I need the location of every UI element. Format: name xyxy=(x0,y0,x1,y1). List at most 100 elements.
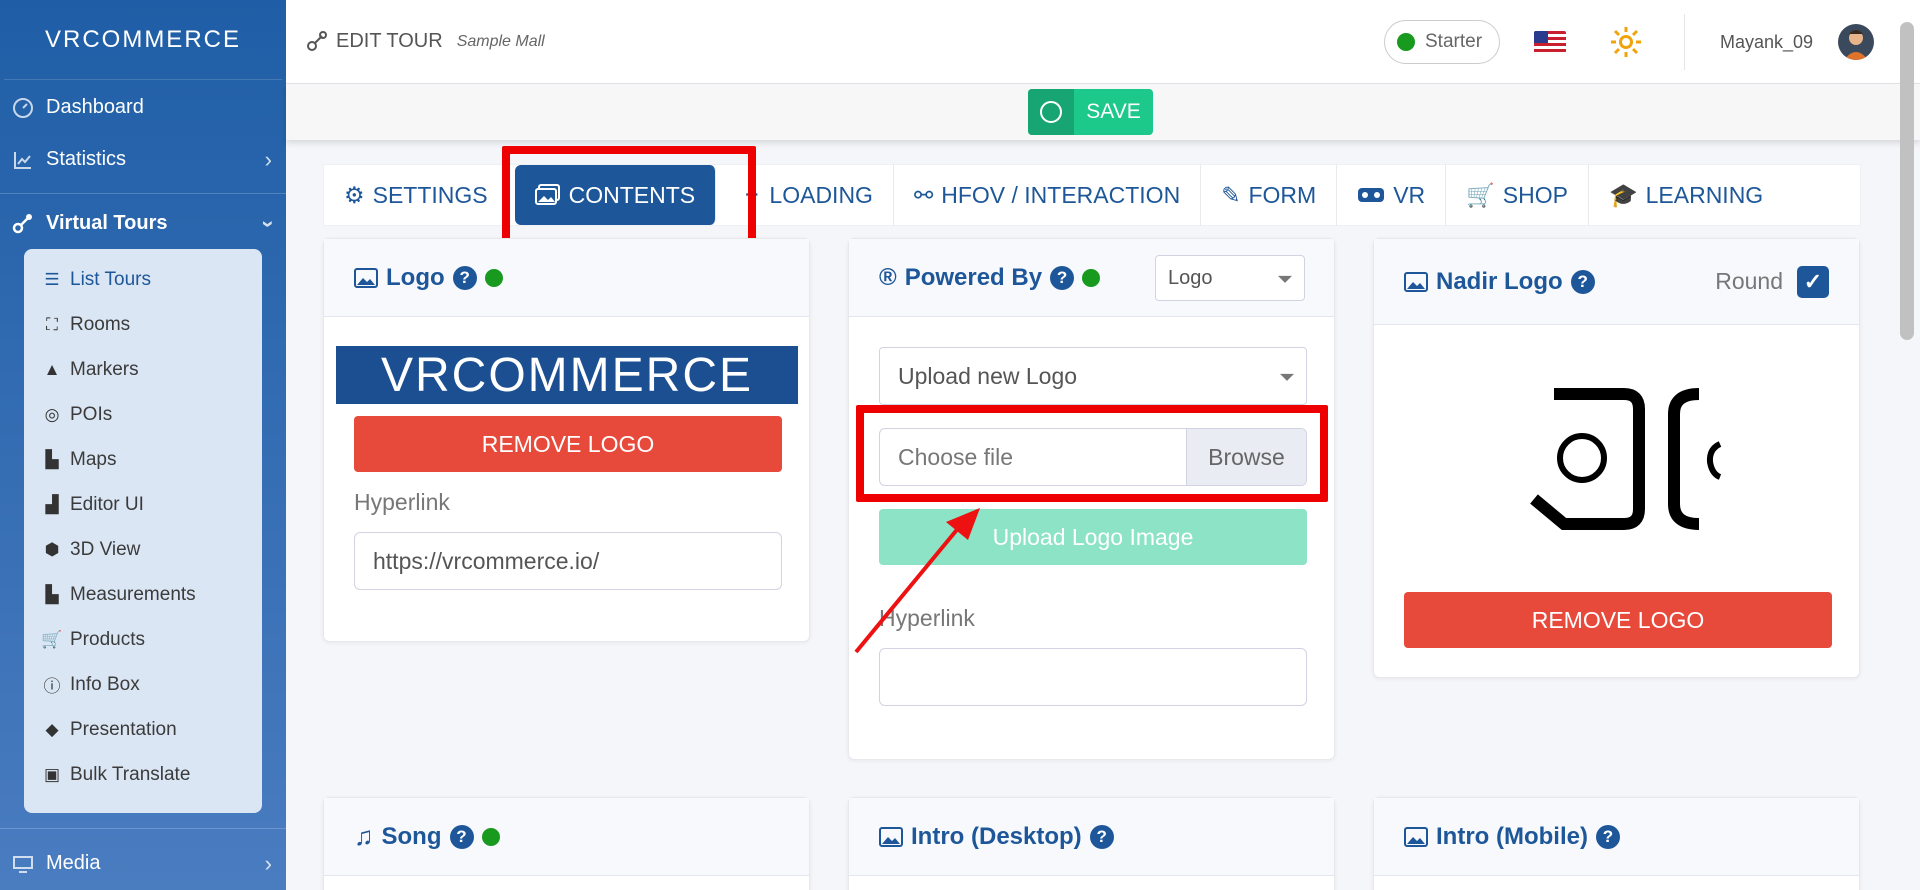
round-checkbox[interactable]: ✓ xyxy=(1797,265,1829,298)
tab-hfov-interaction[interactable]: ⚯ HFOV / INTERACTION xyxy=(894,164,1202,226)
sidebar-item-measurements[interactable]: ▙ Measurements xyxy=(24,572,262,617)
sub-item-label: 3D View xyxy=(70,538,141,560)
select-value: Upload new Logo xyxy=(898,362,1078,389)
plan-label: Starter xyxy=(1425,31,1483,52)
sub-item-label: List Tours xyxy=(70,268,151,290)
divider xyxy=(0,828,286,829)
help-icon[interactable]: ? xyxy=(1050,265,1075,290)
tour-name: Sample Mall xyxy=(456,32,545,50)
sidebar-item-list-tours[interactable]: ☰ List Tours xyxy=(24,257,262,302)
sidebar-item-rooms[interactable]: ⛶ Rooms xyxy=(24,302,262,347)
image-icon xyxy=(1404,271,1428,292)
tab-label: SETTINGS xyxy=(372,181,488,208)
sidebar-item-virtual-tours[interactable]: Virtual Tours › xyxy=(0,198,286,249)
sidebar-item-statistics[interactable]: Statistics › xyxy=(0,134,286,185)
username[interactable]: Mayank_09 xyxy=(1720,32,1813,53)
sidebar-item-3d-view[interactable]: ⬢ 3D View xyxy=(24,527,262,572)
remove-nadir-logo-button[interactable]: REMOVE LOGO xyxy=(1404,592,1832,648)
save-button[interactable]: SAVE xyxy=(1028,89,1153,135)
sub-item-label: Measurements xyxy=(70,583,196,605)
select-value: Logo xyxy=(1168,266,1213,289)
map-icon: ▙ xyxy=(45,449,59,469)
help-icon[interactable]: ? xyxy=(1570,269,1595,294)
chevron-down-icon xyxy=(1278,275,1292,283)
sub-item-label: Rooms xyxy=(70,313,131,335)
sidebar-item-label: Statistics xyxy=(46,148,127,170)
remove-logo-button[interactable]: REMOVE LOGO xyxy=(354,416,782,472)
logo-source-select[interactable]: Upload new Logo xyxy=(879,347,1307,405)
image-icon xyxy=(354,267,378,288)
logo-preview: VRCOMMERCE xyxy=(336,346,798,404)
powered-by-type-select[interactable]: Logo xyxy=(1155,255,1305,301)
sidebar-item-label: Dashboard xyxy=(46,96,144,118)
intro-desktop-card: Intro (Desktop) ? xyxy=(848,797,1335,890)
topbar: EDIT TOUR Sample Mall Starter Mayank_09 xyxy=(286,0,1920,84)
card-header: Nadir Logo ? Round ✓ xyxy=(1374,239,1859,325)
graduation-cap-icon: 🎓 xyxy=(1608,181,1638,208)
us-flag-icon[interactable] xyxy=(1534,31,1566,53)
markers-icon: ▲ xyxy=(43,359,61,379)
sidebar-item-presentation[interactable]: ◆ Presentation xyxy=(24,707,262,752)
avatar[interactable] xyxy=(1838,24,1874,60)
image-icon xyxy=(879,826,903,847)
tab-shop[interactable]: 🛒 SHOP xyxy=(1446,164,1589,226)
tab-vr[interactable]: VR xyxy=(1337,164,1447,226)
card-header: ® Powered By ? Logo xyxy=(849,239,1334,317)
sub-item-label: POIs xyxy=(70,403,113,425)
intro-mobile-card: Intro (Mobile) ? xyxy=(1373,797,1860,890)
tab-settings[interactable]: ⚙ SETTINGS xyxy=(324,164,509,226)
divider xyxy=(1684,14,1685,70)
cart-icon: 🛒 xyxy=(41,629,63,649)
sidebar-item-pois[interactable]: ◎ POIs xyxy=(24,392,262,437)
card-header: Logo ? xyxy=(324,239,809,317)
tab-label: LOADING xyxy=(769,181,873,208)
sidebar: VRCOMMERCE Dashboard Statistics › Virtua… xyxy=(0,0,286,890)
list-icon: ☰ xyxy=(44,269,60,289)
help-icon[interactable]: ? xyxy=(1089,824,1114,849)
sub-item-label: Markers xyxy=(70,358,139,380)
sun-icon[interactable] xyxy=(1610,26,1642,58)
sidebar-item-maps[interactable]: ▙ Maps xyxy=(24,437,262,482)
help-icon[interactable]: ? xyxy=(1595,824,1620,849)
sidebar-item-products[interactable]: 🛒 Products xyxy=(24,617,262,662)
plan-badge[interactable]: Starter xyxy=(1384,20,1500,64)
help-icon[interactable]: ? xyxy=(452,265,477,290)
tab-learning[interactable]: 🎓 LEARNING xyxy=(1589,164,1783,226)
page-title: EDIT TOUR Sample Mall xyxy=(306,30,545,53)
nadir-logo-preview xyxy=(1530,388,1722,530)
tab-form[interactable]: ✎ FORM xyxy=(1201,164,1338,226)
gears-icon: ⚙ xyxy=(344,181,365,208)
virtual-tours-submenu: ☰ List Tours ⛶ Rooms ▲ Markers ◎ POIs ▙ Maps … xyxy=(24,249,262,813)
card-title: Powered By xyxy=(904,263,1043,291)
save-bar: SAVE xyxy=(286,84,1920,140)
sidebar-item-info-box[interactable]: ⓘ Info Box xyxy=(24,662,262,707)
sidebar-item-editor-ui[interactable]: ▟ Editor UI xyxy=(24,482,262,527)
image-icon xyxy=(1404,826,1428,847)
monitor-icon xyxy=(12,853,34,875)
scrollbar[interactable] xyxy=(1900,22,1914,340)
card-title: Logo xyxy=(386,263,445,291)
tab-label: FORM xyxy=(1248,181,1317,208)
sidebar-item-bulk-translate[interactable]: ▣ Bulk Translate xyxy=(24,752,262,797)
chevron-right-icon: › xyxy=(264,146,272,172)
sidebar-item-media[interactable]: Media › xyxy=(0,838,286,889)
sidebar-item-dashboard[interactable]: Dashboard xyxy=(0,82,286,133)
annotation-arrow-icon xyxy=(854,508,980,654)
tours-icon xyxy=(12,213,34,235)
help-icon[interactable]: ? xyxy=(449,824,474,849)
editor-icon: ▟ xyxy=(45,494,59,514)
card-title: Intro (Mobile) xyxy=(1436,822,1588,850)
chevron-right-icon: › xyxy=(264,850,272,876)
card-header: Intro (Mobile) ? xyxy=(1374,798,1859,876)
dashboard-icon xyxy=(12,97,34,119)
hyperlink-input[interactable]: https://vrcommerce.io/ xyxy=(354,532,782,590)
brand-logo[interactable]: VRCOMMERCE xyxy=(4,0,282,80)
card-title: Song xyxy=(381,822,442,850)
highlight-box xyxy=(856,405,1328,502)
vr-headset-icon xyxy=(1357,186,1385,204)
tab-label: SHOP xyxy=(1502,181,1568,208)
tab-label: HFOV / INTERACTION xyxy=(941,181,1181,208)
tab-label: VR xyxy=(1393,181,1426,208)
sidebar-item-markers[interactable]: ▲ Markers xyxy=(24,347,262,392)
round-label: Round xyxy=(1715,268,1783,294)
